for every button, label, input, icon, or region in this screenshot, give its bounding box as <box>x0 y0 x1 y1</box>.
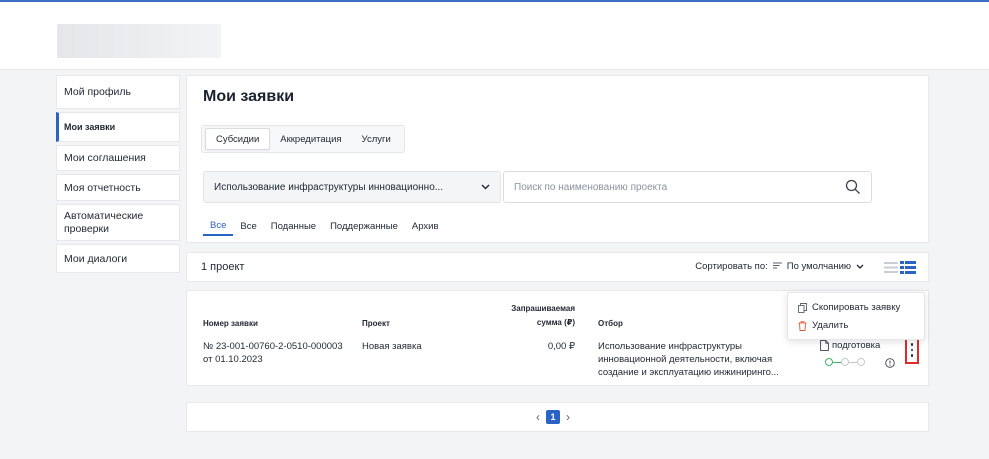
selection-line-2: инновационной деятельности, включая <box>598 354 773 365</box>
progress-step <box>841 358 849 366</box>
sort-icon <box>772 261 782 272</box>
column-header-amount-line1: Запрашиваемая <box>511 304 575 313</box>
sort-dropdown[interactable]: По умолчанию <box>787 261 851 272</box>
progress-connector <box>833 361 841 363</box>
column-header-project: Проект <box>362 319 390 328</box>
progress-connector <box>849 361 857 363</box>
chevron-down-icon <box>856 264 864 269</box>
subtab-archive[interactable]: Архив <box>405 216 446 236</box>
tab-subsidies[interactable]: Субсидии <box>205 128 271 150</box>
sidebar-item-label: Автоматические проверки <box>64 210 144 235</box>
sidebar-item-dialogs[interactable]: Мои диалоги <box>56 244 180 273</box>
search-box <box>503 171 872 203</box>
subtab-all-active[interactable]: Все <box>203 216 234 236</box>
tab-services[interactable]: Услуги <box>352 128 401 150</box>
chevron-down-icon <box>481 182 490 192</box>
selection-line-3: создание и эксплуатацию инжиниринго... <box>598 367 779 378</box>
column-header-selection: Отбор <box>598 319 623 328</box>
column-header-number: Номер заявки <box>203 319 258 328</box>
tab-accreditation[interactable]: Аккредитация <box>270 128 351 150</box>
more-actions-button[interactable] <box>905 336 919 364</box>
copy-application-menu-item[interactable]: Скопировать заявку <box>798 302 900 313</box>
sidebar-item-label: Моя отчетность <box>64 181 141 194</box>
sidebar-item-label: Мой профиль <box>64 86 131 98</box>
sidebar-item-label: Мои соглашения <box>64 152 146 164</box>
subtab-all[interactable]: Все <box>233 216 263 236</box>
sidebar-item-label: Мои заявки <box>64 122 116 132</box>
sidebar-item-agreements[interactable]: Мои соглашения <box>56 145 180 171</box>
selection-dropdown-value: Использование инфраструктуры инновационн… <box>214 181 444 193</box>
copy-icon <box>798 302 807 313</box>
pagination-bar: ‹ 1 › <box>186 402 929 432</box>
logo-placeholder <box>57 24 221 58</box>
application-number: № 23-001-00760-2-0510-000003 <box>203 341 343 352</box>
requested-amount: 0,00 ₽ <box>547 341 575 352</box>
row-actions-menu: Скопировать заявку Удалить <box>787 292 925 340</box>
project-name: Новая заявка <box>362 341 422 352</box>
list-view-icon[interactable] <box>884 262 898 273</box>
search-icon[interactable] <box>845 179 861 195</box>
sidebar-item-applications[interactable]: Мои заявки <box>56 112 180 142</box>
subtab-supported[interactable]: Поддержанные <box>323 216 405 236</box>
document-icon <box>820 340 829 351</box>
pagination: ‹ 1 › <box>536 410 570 424</box>
subtab-submitted[interactable]: Поданные <box>264 216 323 236</box>
sidebar: Мой профиль Мои заявки Мои соглашения Мо… <box>56 75 180 273</box>
copy-application-label: Скопировать заявку <box>812 302 901 313</box>
sidebar-item-auto-checks[interactable]: Автоматические проверки <box>56 204 180 241</box>
delete-label: Удалить <box>812 320 849 331</box>
application-date: от 01.10.2023 <box>203 354 263 365</box>
sidebar-item-reports[interactable]: Моя отчетность <box>56 174 180 201</box>
status-progress <box>825 358 865 366</box>
column-header-amount-line2: сумма (₽) <box>536 318 575 327</box>
project-count: 1 проект <box>201 261 245 273</box>
prev-page-icon[interactable]: ‹ <box>536 411 540 423</box>
trash-icon <box>798 320 807 331</box>
detailed-list-view-icon[interactable] <box>900 261 916 274</box>
search-input[interactable] <box>514 181 845 193</box>
progress-step <box>857 358 865 366</box>
progress-step-done <box>825 358 833 366</box>
delete-menu-item[interactable]: Удалить <box>798 320 848 331</box>
info-icon[interactable] <box>885 358 895 368</box>
selection-dropdown[interactable]: Использование инфраструктуры инновационн… <box>203 171 501 203</box>
next-page-icon[interactable]: › <box>566 411 570 423</box>
sort-label: Сортировать по: <box>695 261 768 272</box>
list-toolbar: 1 проект Сортировать по: По умолчанию <box>186 252 929 282</box>
selection-line-1: Использование инфраструктуры <box>598 341 742 352</box>
top-header <box>0 0 989 70</box>
status-text: подготовка <box>832 340 881 351</box>
status-filter-tabs: Все Все Поданные Поддержанные Архив <box>203 216 446 236</box>
sidebar-item-label: Мои диалоги <box>64 252 128 265</box>
page-title: Мои заявки <box>203 88 295 105</box>
status-badge: подготовка <box>820 340 880 351</box>
page-number-current[interactable]: 1 <box>546 410 560 424</box>
sort-control: Сортировать по: По умолчанию <box>695 261 864 272</box>
applications-panel: Мои заявки Субсидии Аккредитация Услуги … <box>186 75 929 243</box>
category-tabs: Субсидии Аккредитация Услуги <box>201 125 405 153</box>
sidebar-item-profile[interactable]: Мой профиль <box>56 75 180 109</box>
